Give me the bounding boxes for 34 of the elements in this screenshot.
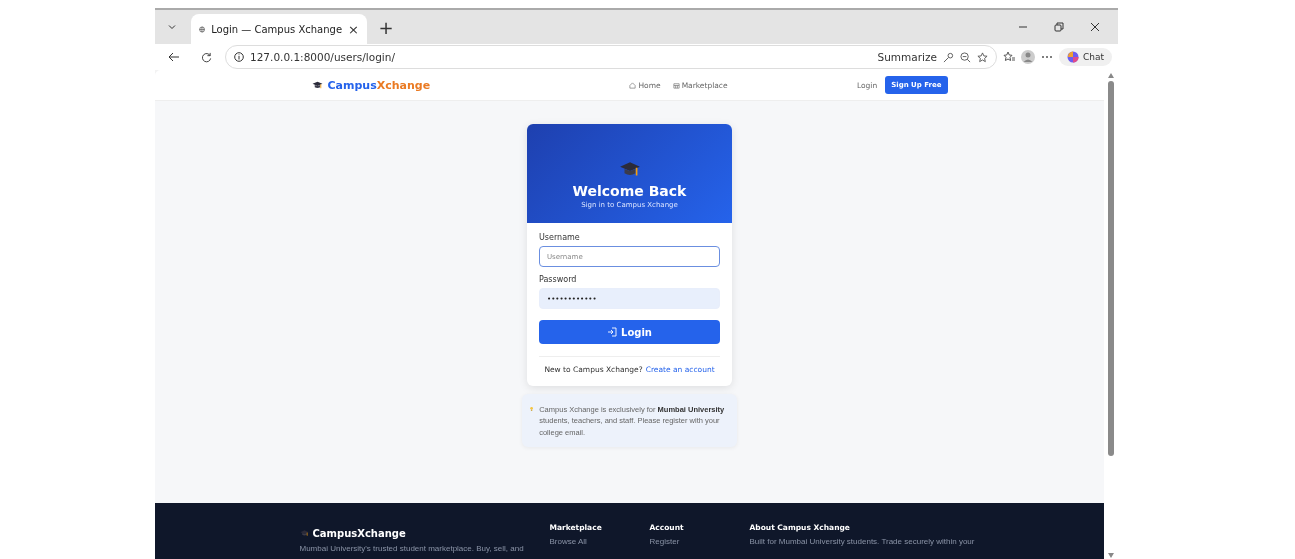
footer-logo: CampusXchange (299, 528, 550, 539)
scroll-up-icon[interactable] (1108, 73, 1114, 78)
store-icon (672, 81, 680, 89)
browser-tab[interactable]: Login — Campus Xchange × (191, 14, 367, 44)
key-icon[interactable] (942, 51, 954, 63)
globe-icon (199, 23, 206, 35)
close-tab-button[interactable]: × (348, 22, 359, 36)
footer-text: Built for Mumbai University students. Trade securely within your (749, 537, 976, 546)
profile-icon[interactable] (1020, 50, 1035, 64)
scroll-down-icon[interactable] (1108, 553, 1114, 558)
favorites-icon[interactable] (1002, 51, 1015, 63)
summarize-button[interactable]: Summarize (877, 51, 937, 63)
zoom-out-icon[interactable] (959, 51, 971, 63)
login-button[interactable]: Login (539, 320, 720, 344)
footer-tagline: Mumbai University's trusted student marketplace. Buy, sell, and (299, 544, 525, 553)
chat-logo-icon (1066, 51, 1079, 63)
chevron-down-icon (167, 22, 177, 32)
more-icon[interactable] (1040, 55, 1053, 59)
site-logo[interactable]: CampusXchange (311, 78, 431, 92)
sign-in-icon (607, 327, 617, 337)
star-icon[interactable] (976, 51, 988, 63)
field-label: Username (539, 233, 581, 242)
card-title: Welcome Back (572, 183, 687, 199)
footer-link[interactable]: Browse All (549, 537, 650, 546)
info-icon (234, 52, 244, 62)
new-tab-button[interactable]: + (373, 14, 399, 40)
chat-button[interactable]: Chat (1058, 48, 1112, 66)
field-label: Password (539, 275, 578, 284)
footer-link[interactable]: Register (649, 537, 750, 546)
lightbulb-icon (530, 404, 534, 414)
url-text: 127.0.0.1:8000/users/login/ (250, 51, 396, 63)
graduation-cap-icon (311, 79, 323, 91)
graduation-cap-icon (299, 529, 309, 538)
tab-title: Login — Campus Xchange (211, 23, 343, 35)
